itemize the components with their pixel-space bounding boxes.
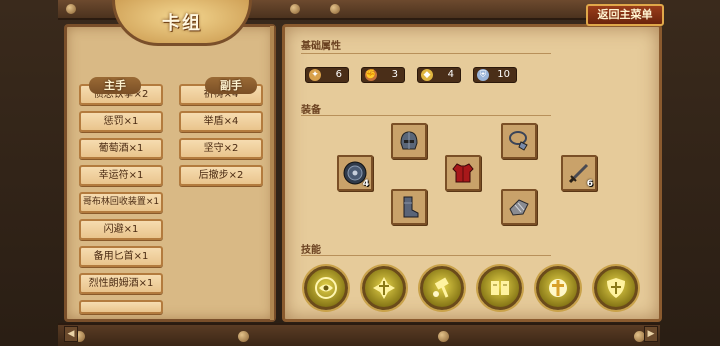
- scroll-left-icon[interactable]: ◀: [64, 326, 78, 342]
- sword-star-icon: ✦: [309, 69, 321, 81]
- divider: [301, 255, 551, 256]
- tome-icon: [491, 281, 509, 295]
- card-main-5[interactable]: 哥布林回收装置×1: [79, 192, 163, 213]
- chest-armor-icon: [452, 163, 474, 183]
- card-main-8[interactable]: 烈性朗姆酒×1: [79, 273, 163, 294]
- off-hand-label: 副手: [205, 77, 257, 94]
- card-main-6[interactable]: 闪避×1: [79, 219, 163, 240]
- divine-light-icon: [549, 279, 567, 297]
- skill-2[interactable]: [362, 266, 406, 310]
- back-to-main-menu-button[interactable]: 返回主菜单: [586, 4, 664, 26]
- scrollbar[interactable]: [270, 26, 274, 320]
- card-main-7[interactable]: 备用匕首×1: [79, 246, 163, 267]
- bottom-bar: [58, 323, 660, 346]
- divider: [301, 115, 551, 116]
- equip-chest[interactable]: [445, 155, 481, 191]
- card-off-4[interactable]: 后撤步×2: [179, 165, 263, 186]
- fist-icon: ✊: [365, 69, 377, 81]
- stat-attack: ✦ 6: [305, 67, 349, 83]
- equip-sword[interactable]: 6: [561, 155, 597, 191]
- card-off-2[interactable]: 举盾×4: [179, 111, 263, 132]
- holy-cross-icon: [373, 277, 395, 299]
- equip-amulet[interactable]: [501, 123, 537, 159]
- skills-title: 技能: [301, 245, 321, 256]
- main-hand-label: 主手: [89, 77, 141, 94]
- stat-strength: ✊ 3: [361, 67, 405, 83]
- stat-armor: ⛨ 10: [473, 67, 517, 83]
- skill-5[interactable]: [536, 266, 580, 310]
- shield-sigil-icon: [607, 278, 625, 298]
- rivet-icon: [330, 4, 340, 14]
- eye-sigil-icon: [315, 277, 337, 299]
- skill-1[interactable]: [304, 266, 348, 310]
- stat-armor-value: 10: [497, 69, 510, 80]
- card-main-3[interactable]: 葡萄酒×1: [79, 138, 163, 159]
- skill-6[interactable]: [594, 266, 638, 310]
- equip-gauntlet[interactable]: [501, 189, 537, 225]
- equip-shield[interactable]: 4: [337, 155, 373, 191]
- stat-strength-value: 3: [391, 69, 398, 80]
- equip-boots[interactable]: [391, 189, 427, 225]
- card-off-3[interactable]: 坚守×2: [179, 138, 263, 159]
- rivet-icon: [238, 331, 249, 342]
- basic-attrs-title: 基础属性: [301, 41, 341, 52]
- card-main-2[interactable]: 惩罚×1: [79, 111, 163, 132]
- card-main-4[interactable]: 幸运符×1: [79, 165, 163, 186]
- shield-icon: ◆: [421, 69, 433, 81]
- card-main-9[interactable]: [79, 300, 163, 314]
- helmet-icon: [400, 131, 418, 150]
- equip-sword-count: 6: [586, 179, 593, 189]
- page-title: 卡组: [162, 12, 202, 34]
- skill-4[interactable]: [478, 266, 522, 310]
- gauntlet-icon: [509, 199, 529, 216]
- deck-panel: 主手 副手 愤怒铁拳×2 惩罚×1 葡萄酒×1 幸运符×1 哥布林回收装置×1 …: [64, 24, 276, 322]
- stat-attack-value: 6: [335, 69, 342, 80]
- rivet-icon: [438, 331, 449, 342]
- equip-shield-count: 4: [362, 179, 369, 189]
- boots-icon: [403, 196, 419, 218]
- stat-defense: ◆ 4: [417, 67, 461, 83]
- equipment-title: 装备: [301, 105, 321, 116]
- armor-icon: ⛨: [477, 69, 489, 81]
- stat-defense-value: 4: [447, 69, 454, 80]
- hammer-strike-icon: [433, 277, 449, 298]
- rivet-icon: [290, 4, 300, 14]
- divider: [301, 53, 551, 54]
- equip-helmet[interactable]: [391, 123, 427, 159]
- amulet-icon: [509, 131, 528, 151]
- rivet-icon: [66, 4, 76, 14]
- scroll-right-icon[interactable]: ▶: [644, 326, 658, 342]
- skill-3[interactable]: [420, 266, 464, 310]
